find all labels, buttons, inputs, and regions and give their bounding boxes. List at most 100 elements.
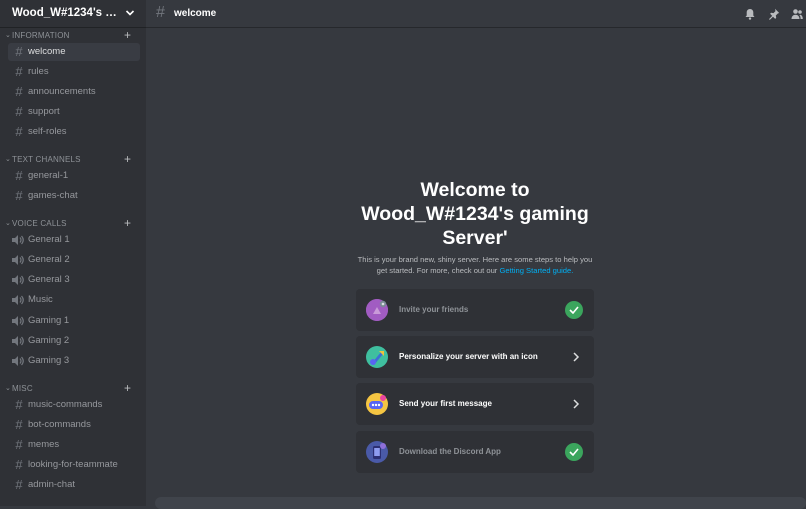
channel-label: announcements bbox=[28, 86, 96, 97]
sidebar-item-support[interactable]: # support bbox=[8, 103, 140, 121]
step-label: Invite your friends bbox=[399, 305, 469, 314]
channel-label: Gaming 1 bbox=[28, 315, 70, 326]
channel-label: music-commands bbox=[28, 399, 103, 410]
speaker-icon bbox=[12, 333, 26, 346]
plus-icon[interactable]: + bbox=[124, 29, 131, 41]
channel-label: admin-chat bbox=[28, 479, 75, 490]
category-label: INFORMATION bbox=[12, 31, 70, 40]
channel-label: rules bbox=[28, 66, 49, 77]
step-personalize-server[interactable]: Personalize your server with an icon bbox=[356, 336, 594, 378]
collapse-arrow-icon: ⌄ bbox=[5, 32, 11, 39]
channel-label: self-roles bbox=[28, 126, 67, 137]
channel-sidebar: Wood_W#1234's gaming Server' ⌄ INFORMATI… bbox=[0, 0, 146, 506]
send-message-icon bbox=[366, 393, 388, 415]
collapse-arrow-icon: ⌄ bbox=[5, 156, 11, 163]
step-label: Personalize your server with an icon bbox=[399, 352, 538, 361]
hash-icon: # bbox=[15, 64, 23, 79]
sidebar-item-looking-for-teammate[interactable]: # looking-for-teammate bbox=[8, 456, 140, 474]
hash-icon: # bbox=[15, 124, 23, 139]
chevron-right-icon bbox=[573, 352, 580, 362]
hash-icon: # bbox=[15, 477, 23, 492]
sidebar-item-welcome[interactable]: # welcome bbox=[8, 43, 140, 61]
hash-icon: # bbox=[15, 104, 23, 119]
sidebar-item-general-1[interactable]: # general-1 bbox=[8, 167, 140, 185]
channel-label: general-1 bbox=[28, 170, 69, 181]
speaker-icon bbox=[12, 252, 26, 265]
sidebar-item-admin-chat[interactable]: # admin-chat bbox=[8, 476, 140, 494]
sidebar-item-memes[interactable]: # memes bbox=[8, 436, 140, 454]
sidebar-item-announcements[interactable]: # announcements bbox=[8, 83, 140, 101]
chevron-down-icon[interactable] bbox=[125, 8, 135, 18]
channel-label: games-chat bbox=[28, 190, 78, 201]
step-download-app[interactable]: Download the Discord App bbox=[356, 431, 594, 473]
step-invite-friends[interactable]: Invite your friends bbox=[356, 289, 594, 331]
channel-header: # welcome bbox=[146, 0, 806, 28]
channel-label: Gaming 3 bbox=[28, 355, 70, 366]
server-header[interactable]: Wood_W#1234's gaming Server' bbox=[0, 0, 146, 28]
sidebar-item-games-chat[interactable]: # games-chat bbox=[8, 187, 140, 205]
channel-label: memes bbox=[28, 439, 60, 450]
channel-label: Gaming 2 bbox=[28, 335, 70, 346]
channel-label: General 2 bbox=[28, 254, 70, 265]
welcome-description: This is your brand new, shiny server. He… bbox=[356, 255, 594, 276]
hash-icon: # bbox=[15, 457, 23, 472]
channel-label: Music bbox=[28, 294, 53, 305]
category-voice-calls[interactable]: ⌄ VOICE CALLS + bbox=[0, 217, 146, 231]
hash-icon: # bbox=[15, 84, 23, 99]
category-label: VOICE CALLS bbox=[12, 219, 67, 228]
channel-title: welcome bbox=[174, 8, 217, 19]
channel-label: General 3 bbox=[28, 274, 70, 285]
chevron-right-icon bbox=[573, 399, 580, 409]
hash-icon: # bbox=[15, 188, 23, 203]
speaker-icon bbox=[12, 313, 26, 326]
plus-icon[interactable]: + bbox=[124, 382, 131, 394]
check-icon bbox=[565, 301, 583, 319]
speaker-icon bbox=[12, 353, 26, 366]
plus-icon[interactable]: + bbox=[124, 217, 131, 229]
channel-label: support bbox=[28, 106, 60, 117]
collapse-arrow-icon: ⌄ bbox=[5, 385, 11, 392]
sidebar-item-music-commands[interactable]: # music-commands bbox=[8, 396, 140, 414]
channel-label: welcome bbox=[28, 46, 66, 57]
hash-icon: # bbox=[15, 44, 23, 59]
category-label: TEXT CHANNELS bbox=[12, 155, 81, 164]
step-label: Send your first message bbox=[399, 399, 492, 408]
speaker-icon bbox=[12, 272, 26, 285]
channel-label: bot-commands bbox=[28, 419, 91, 430]
sidebar-item-bot-commands[interactable]: # bot-commands bbox=[8, 416, 140, 434]
bell-icon[interactable] bbox=[744, 8, 756, 20]
plus-icon[interactable]: + bbox=[124, 153, 131, 165]
getting-started-link[interactable]: Getting Started guide. bbox=[499, 266, 573, 275]
sidebar-item-rules[interactable]: # rules bbox=[8, 63, 140, 81]
category-text-channels[interactable]: ⌄ TEXT CHANNELS + bbox=[0, 153, 146, 167]
channel-label: General 1 bbox=[28, 234, 70, 245]
sidebar-item-music-voice[interactable]: Music bbox=[8, 291, 140, 309]
hash-icon: # bbox=[15, 417, 23, 432]
pin-icon[interactable] bbox=[768, 8, 780, 20]
sidebar-item-gaming-1-voice[interactable]: Gaming 1 bbox=[8, 312, 140, 330]
hash-icon: # bbox=[15, 168, 23, 183]
step-send-first-message[interactable]: Send your first message bbox=[356, 383, 594, 425]
speaker-icon bbox=[12, 292, 26, 305]
message-input[interactable] bbox=[155, 497, 806, 509]
channel-label: looking-for-teammate bbox=[28, 459, 118, 470]
invite-friends-icon bbox=[366, 299, 388, 321]
hash-icon: # bbox=[156, 4, 165, 21]
category-information[interactable]: ⌄ INFORMATION + bbox=[0, 29, 146, 43]
sidebar-item-general-1-voice[interactable]: General 1 bbox=[8, 231, 140, 249]
welcome-title: Welcome to Wood_W#1234's gaming Server' bbox=[361, 179, 589, 249]
sidebar-item-gaming-2-voice[interactable]: Gaming 2 bbox=[8, 332, 140, 350]
check-icon bbox=[565, 443, 583, 461]
server-name[interactable]: Wood_W#1234's gaming Server' bbox=[12, 7, 120, 19]
step-label: Download the Discord App bbox=[399, 447, 501, 456]
sidebar-item-general-2-voice[interactable]: General 2 bbox=[8, 251, 140, 269]
sidebar-item-gaming-3-voice[interactable]: Gaming 3 bbox=[8, 352, 140, 370]
sidebar-item-general-3-voice[interactable]: General 3 bbox=[8, 271, 140, 289]
sidebar-item-self-roles[interactable]: # self-roles bbox=[8, 123, 140, 141]
category-misc[interactable]: ⌄ MISC + bbox=[0, 382, 146, 396]
hash-icon: # bbox=[15, 437, 23, 452]
hash-icon: # bbox=[15, 397, 23, 412]
personalize-icon bbox=[366, 346, 388, 368]
members-icon[interactable] bbox=[791, 8, 803, 20]
category-label: MISC bbox=[12, 384, 33, 393]
